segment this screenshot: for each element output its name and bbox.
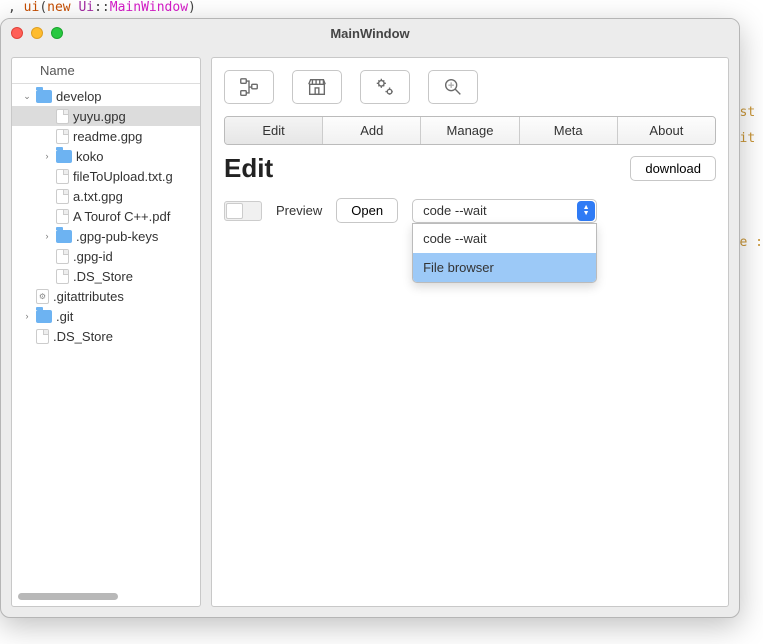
preview-label: Preview bbox=[276, 203, 322, 218]
gear-file-icon: ⚙ bbox=[36, 289, 49, 304]
disclosure-arrow-icon[interactable]: › bbox=[22, 311, 32, 321]
preview-toggle[interactable] bbox=[224, 201, 262, 221]
toggle-knob bbox=[226, 203, 243, 219]
tree-tool-button[interactable] bbox=[224, 70, 274, 104]
disclosure-arrow-icon[interactable]: ⌄ bbox=[22, 91, 32, 101]
tree-item-label: develop bbox=[56, 89, 102, 104]
tree-item-label: yuyu.gpg bbox=[73, 109, 126, 124]
tree-icon bbox=[238, 76, 260, 98]
opener-combo[interactable]: code --wait ▲▼ code --waitFile browser bbox=[412, 199, 597, 223]
file-icon bbox=[56, 209, 69, 224]
search-tool-button[interactable] bbox=[428, 70, 478, 104]
tab-meta[interactable]: Meta bbox=[520, 117, 618, 144]
horizontal-scrollbar[interactable] bbox=[18, 593, 118, 600]
tree-row-file[interactable]: fileToUpload.txt.g bbox=[12, 166, 200, 186]
tree-row-file[interactable]: .DS_Store bbox=[12, 326, 200, 346]
tree-item-label: A Tourof C++.pdf bbox=[73, 209, 170, 224]
tree-row-file[interactable]: .gpg-id bbox=[12, 246, 200, 266]
tab-bar: EditAddManageMetaAbout bbox=[224, 116, 716, 145]
tree-row-folder[interactable]: › .gpg-pub-keys bbox=[12, 226, 200, 246]
tree-row-file[interactable]: readme.gpg bbox=[12, 126, 200, 146]
folder-icon bbox=[36, 90, 52, 103]
file-tree: ⌄ develop yuyu.gpg readme.gpg › koko fileToUpl… bbox=[12, 84, 200, 606]
tree-item-label: .git bbox=[56, 309, 73, 324]
tree-item-label: koko bbox=[76, 149, 103, 164]
editor-code-line: , ui(new Ui::MainWindow) bbox=[0, 0, 763, 16]
tree-row-folder[interactable]: ⌄ develop bbox=[12, 86, 200, 106]
store-icon bbox=[306, 76, 328, 98]
tree-item-label: .gpg-pub-keys bbox=[76, 229, 158, 244]
file-tree-panel: Name ⌄ develop yuyu.gpg readme.gpg › koko file… bbox=[11, 57, 201, 607]
tree-row-file[interactable]: a.txt.gpg bbox=[12, 186, 200, 206]
tree-item-label: .DS_Store bbox=[53, 329, 113, 344]
tree-item-label: fileToUpload.txt.g bbox=[73, 169, 173, 184]
toolbar bbox=[224, 70, 716, 104]
file-icon bbox=[56, 269, 69, 284]
open-button[interactable]: Open bbox=[336, 198, 398, 223]
file-icon bbox=[56, 129, 69, 144]
tree-row-folder[interactable]: › koko bbox=[12, 146, 200, 166]
settings-tool-button[interactable] bbox=[360, 70, 410, 104]
gears-icon bbox=[374, 76, 396, 98]
titlebar: MainWindow bbox=[1, 19, 739, 47]
disclosure-arrow-icon[interactable]: › bbox=[42, 231, 52, 241]
app-window: MainWindow Name ⌄ develop yuyu.gpg readme.g… bbox=[0, 18, 740, 618]
page-heading: Edit bbox=[224, 153, 273, 184]
folder-icon bbox=[56, 150, 72, 163]
download-button[interactable]: download bbox=[630, 156, 716, 181]
tree-header[interactable]: Name bbox=[12, 58, 200, 84]
main-panel: EditAddManageMetaAbout Edit download Pre… bbox=[211, 57, 729, 607]
updown-icon: ▲▼ bbox=[577, 201, 595, 221]
file-icon bbox=[56, 109, 69, 124]
tab-edit[interactable]: Edit bbox=[225, 117, 323, 144]
tab-add[interactable]: Add bbox=[323, 117, 421, 144]
background-code-fragments: stit e : bbox=[740, 100, 763, 256]
combo-option[interactable]: File browser bbox=[413, 253, 596, 282]
tab-about[interactable]: About bbox=[618, 117, 715, 144]
tree-item-label: .gitattributes bbox=[53, 289, 124, 304]
file-icon bbox=[36, 329, 49, 344]
tree-row-file[interactable]: ⚙ .gitattributes bbox=[12, 286, 200, 306]
tree-item-label: .DS_Store bbox=[73, 269, 133, 284]
file-icon bbox=[56, 189, 69, 204]
file-icon bbox=[56, 249, 69, 264]
combo-dropdown: code --waitFile browser bbox=[412, 223, 597, 283]
tree-row-file[interactable]: A Tourof C++.pdf bbox=[12, 206, 200, 226]
disclosure-arrow-icon[interactable]: › bbox=[42, 151, 52, 161]
store-tool-button[interactable] bbox=[292, 70, 342, 104]
tree-item-label: a.txt.gpg bbox=[73, 189, 123, 204]
tree-item-label: .gpg-id bbox=[73, 249, 113, 264]
folder-icon bbox=[56, 230, 72, 243]
tree-item-label: readme.gpg bbox=[73, 129, 142, 144]
combo-selected-label: code --wait bbox=[423, 203, 487, 218]
tree-row-folder[interactable]: › .git bbox=[12, 306, 200, 326]
tree-row-file[interactable]: yuyu.gpg bbox=[12, 106, 200, 126]
magnifier-icon bbox=[442, 76, 464, 98]
tab-manage[interactable]: Manage bbox=[421, 117, 519, 144]
combo-option[interactable]: code --wait bbox=[413, 224, 596, 253]
tree-row-file[interactable]: .DS_Store bbox=[12, 266, 200, 286]
window-title: MainWindow bbox=[1, 26, 739, 41]
file-icon bbox=[56, 169, 69, 184]
folder-icon bbox=[36, 310, 52, 323]
